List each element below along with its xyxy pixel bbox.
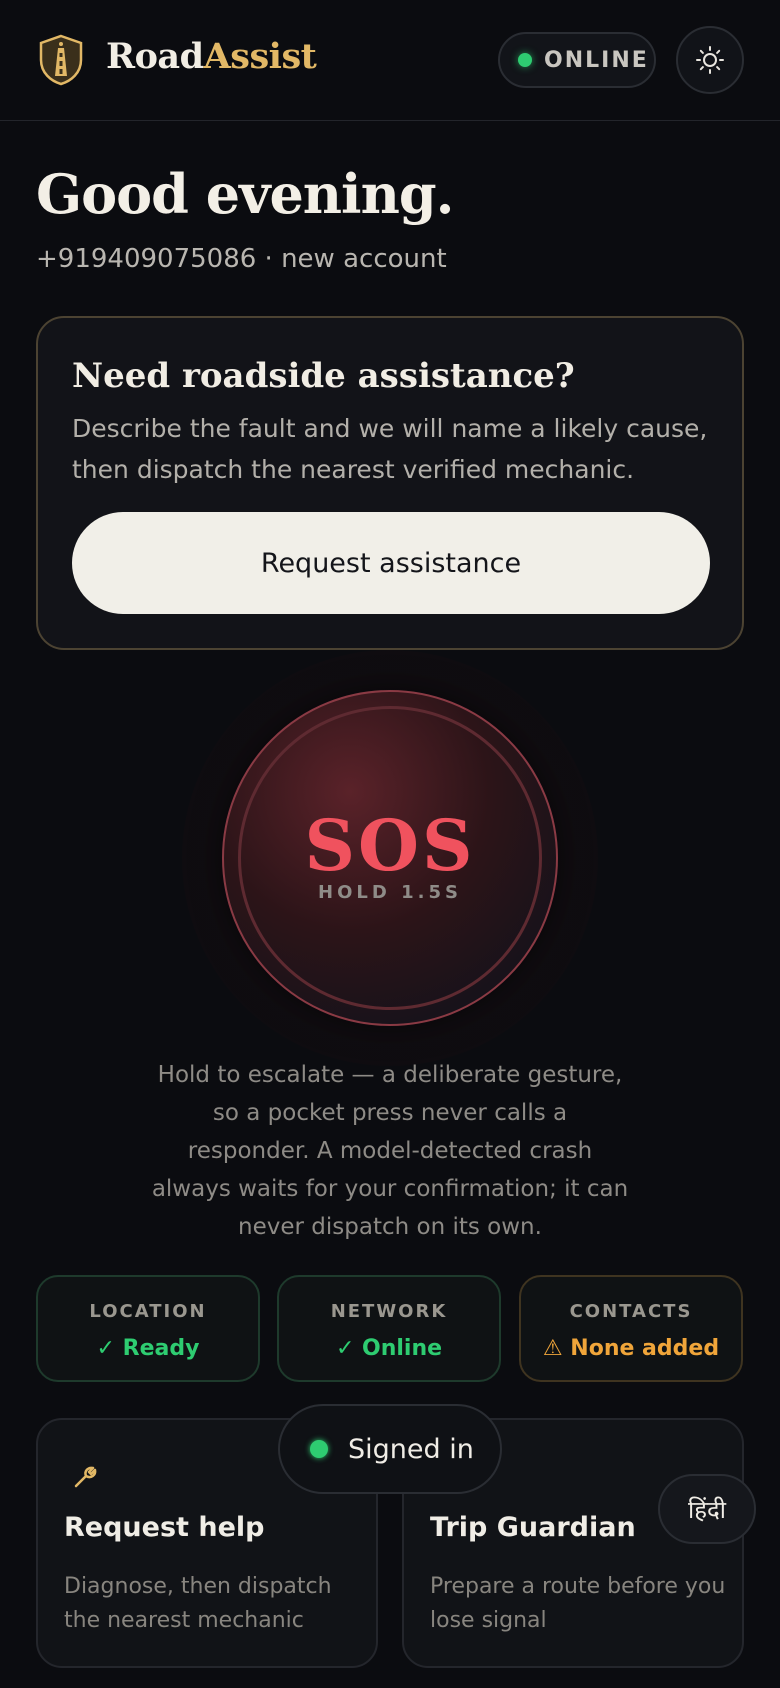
signed-in-toast: Signed in [278,1404,502,1494]
page-title: Good evening. [36,162,454,226]
online-status-badge: ONLINE [498,32,656,88]
account-info: +919409075086 · new account [36,244,447,274]
network-status-title: NETWORK [330,1301,448,1322]
contacts-status-card[interactable]: CONTACTS ⚠ None added [519,1275,743,1382]
contacts-status-value: ⚠ None added [542,1336,720,1361]
network-status-value: ✓ Online [335,1336,443,1361]
theme-toggle-button[interactable] [676,26,744,94]
brand-name[interactable]: RoadAssist [106,36,317,77]
signed-in-dot [310,1440,328,1458]
app-header: RoadAssist ONLINE [0,0,780,121]
contacts-status-title: CONTACTS [569,1301,693,1322]
assistance-card: Need roadside assistance? Describe the f… [36,316,744,650]
brand-name-part2: Assist [203,36,317,77]
assistance-title: Need roadside assistance? [72,356,575,396]
location-status-value: ✓ Ready [96,1336,200,1361]
location-status-card: LOCATION ✓ Ready [36,1275,260,1382]
assistance-description: Describe the fault and we will name a li… [72,414,708,484]
sos-explanation: Hold to escalate — a deliberate gesture,… [151,1062,629,1240]
brand-name-part1: Road [106,36,204,77]
sos-label: SOS [304,804,476,887]
sos-button[interactable]: SOS HOLD 1.5S [222,690,558,1026]
wrench-icon [74,1466,97,1488]
sos-hold-hint: HOLD 1.5S [318,882,462,903]
trip-guardian-description: Prepare a route before you lose signal [430,1574,726,1633]
shield-road-icon [39,34,83,86]
location-status-title: LOCATION [89,1301,207,1322]
trip-guardian-title: Trip Guardian [430,1512,636,1543]
status-dot [518,53,532,67]
sun-icon [696,46,724,74]
status-label: ONLINE [544,47,649,73]
request-help-description: Diagnose, then dispatch the nearest mech… [64,1574,332,1633]
request-assistance-button[interactable]: Request assistance [72,512,710,614]
request-help-title: Request help [64,1512,265,1543]
language-toggle-button[interactable]: हिंदी [658,1474,756,1544]
signed-in-label: Signed in [348,1433,474,1465]
network-status-card: NETWORK ✓ Online [277,1275,501,1382]
